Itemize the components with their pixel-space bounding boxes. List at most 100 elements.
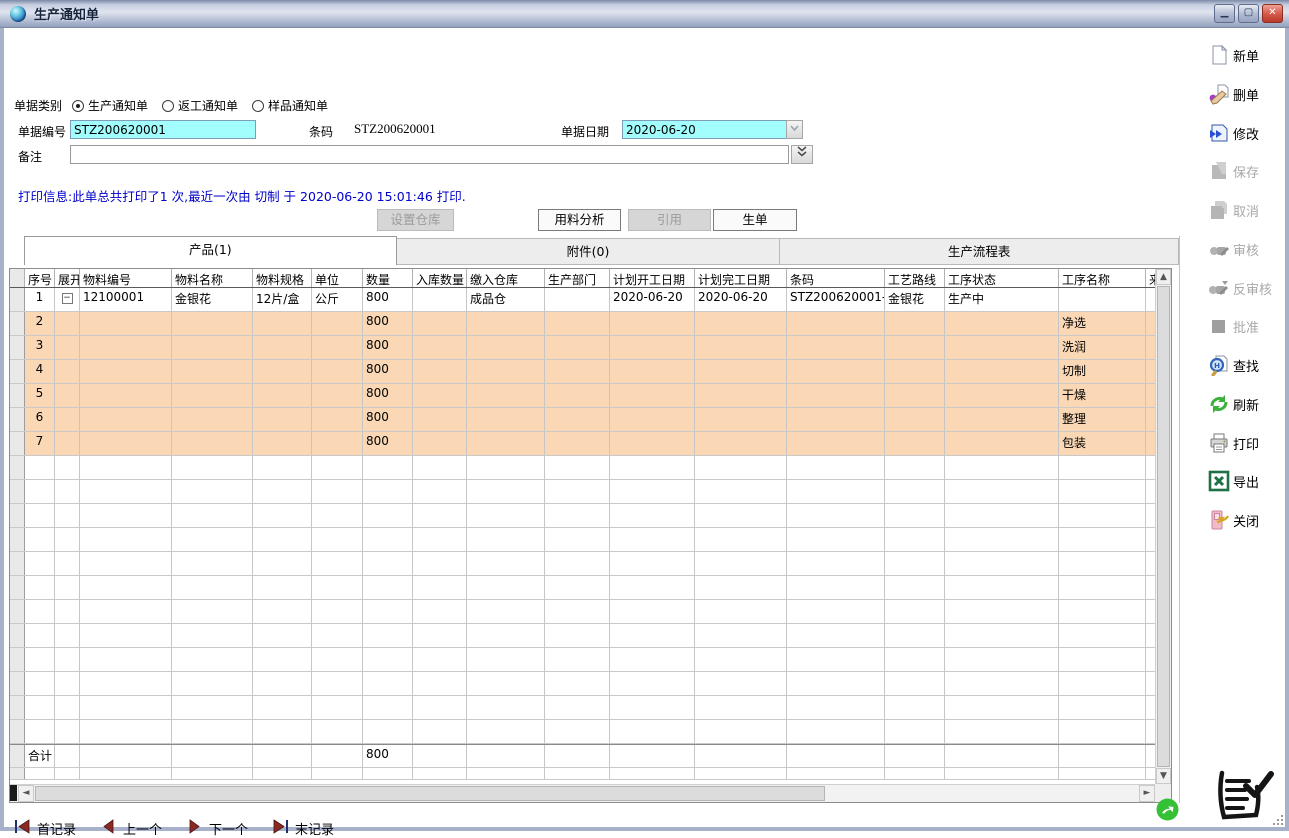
table-cell[interactable] — [945, 336, 1059, 359]
column-header[interactable]: 物料规格 — [253, 269, 312, 287]
table-cell[interactable]: 洗润 — [1059, 336, 1146, 359]
radio-button-icon[interactable] — [72, 100, 84, 112]
sidebar-button-1[interactable]: 新单 — [1208, 43, 1259, 67]
table-cell[interactable] — [80, 432, 172, 455]
table-cell[interactable]: 包装 — [1059, 432, 1146, 455]
table-cell[interactable] — [80, 384, 172, 407]
table-cell[interactable] — [695, 432, 787, 455]
table-cell[interactable] — [413, 312, 467, 335]
table-cell[interactable] — [787, 408, 885, 431]
column-header[interactable]: 来 — [1146, 269, 1155, 287]
table-cell[interactable] — [885, 384, 945, 407]
table-cell[interactable] — [787, 432, 885, 455]
table-cell[interactable]: 800 — [363, 336, 413, 359]
table-cell[interactable] — [172, 408, 253, 431]
sidebar-button-9[interactable]: H查找 — [1208, 353, 1259, 377]
table-cell[interactable] — [172, 360, 253, 383]
tab-2[interactable]: 附件(0) — [397, 238, 781, 265]
column-header[interactable]: 生产部门 — [545, 269, 610, 287]
column-header[interactable]: 计划完工日期 — [695, 269, 787, 287]
table-cell[interactable] — [945, 432, 1059, 455]
horizontal-scrollbar[interactable]: ◄ ► — [10, 784, 1155, 802]
table-cell[interactable]: 2020-06-20 — [695, 288, 787, 311]
column-header[interactable]: 工序名称 — [1059, 269, 1146, 287]
table-cell[interactable] — [610, 336, 695, 359]
table-cell[interactable]: 生产中 — [945, 288, 1059, 311]
table-cell[interactable] — [413, 288, 467, 311]
table-cell[interactable] — [695, 360, 787, 383]
table-cell[interactable] — [885, 312, 945, 335]
table-cell[interactable]: 12片/盒 — [253, 288, 312, 311]
table-cell[interactable] — [610, 312, 695, 335]
table-cell[interactable] — [467, 384, 545, 407]
table-cell[interactable]: 800 — [363, 360, 413, 383]
table-cell[interactable] — [172, 432, 253, 455]
table-cell[interactable]: 公斤 — [312, 288, 363, 311]
vertical-scroll-thumb[interactable] — [1157, 286, 1170, 767]
table-cell[interactable] — [1146, 432, 1155, 455]
table-cell[interactable] — [545, 432, 610, 455]
action-button-4[interactable]: 生单 — [713, 209, 797, 231]
table-cell[interactable]: 干燥 — [1059, 384, 1146, 407]
sidebar-button-3[interactable]: 修改 — [1208, 121, 1259, 145]
table-cell[interactable] — [10, 384, 25, 407]
table-cell[interactable] — [55, 312, 80, 335]
nav-last-record[interactable]: 末记录 — [272, 819, 334, 838]
date-input[interactable] — [622, 120, 787, 139]
table-cell[interactable] — [1146, 336, 1155, 359]
sidebar-button-13[interactable]: 关闭 — [1208, 508, 1259, 532]
table-cell[interactable]: − — [55, 288, 80, 311]
remark-input[interactable] — [70, 145, 789, 164]
table-cell[interactable]: 800 — [363, 408, 413, 431]
table-cell[interactable] — [1146, 384, 1155, 407]
table-cell[interactable] — [695, 408, 787, 431]
radio-button-icon[interactable] — [252, 100, 264, 112]
doc-type-option-2[interactable]: 样品通知单 — [252, 97, 328, 114]
table-cell[interactable] — [610, 360, 695, 383]
nav-next-record[interactable]: 下一个 — [186, 819, 248, 838]
grid-splitter-handle[interactable] — [10, 785, 17, 801]
radio-button-icon[interactable] — [162, 100, 174, 112]
table-cell[interactable] — [945, 408, 1059, 431]
table-cell[interactable] — [172, 384, 253, 407]
table-cell[interactable] — [253, 432, 312, 455]
table-cell[interactable] — [253, 408, 312, 431]
table-cell[interactable] — [55, 336, 80, 359]
table-cell[interactable] — [80, 336, 172, 359]
table-cell[interactable]: 5 — [25, 384, 55, 407]
table-cell[interactable] — [253, 312, 312, 335]
table-cell[interactable]: 800 — [363, 384, 413, 407]
table-cell[interactable]: 4 — [25, 360, 55, 383]
table-cell[interactable] — [413, 336, 467, 359]
column-header[interactable]: 计划开工日期 — [610, 269, 695, 287]
table-cell[interactable] — [10, 288, 25, 311]
table-cell[interactable] — [1059, 288, 1146, 311]
table-cell[interactable] — [10, 312, 25, 335]
table-cell[interactable]: 整理 — [1059, 408, 1146, 431]
table-cell[interactable] — [695, 312, 787, 335]
table-cell[interactable] — [885, 336, 945, 359]
table-cell[interactable] — [312, 336, 363, 359]
tab-3[interactable]: 生产流程表 — [780, 238, 1179, 265]
scroll-down-button[interactable]: ▼ — [1156, 768, 1171, 784]
table-cell[interactable] — [945, 360, 1059, 383]
table-cell[interactable] — [172, 336, 253, 359]
nav-prev-record[interactable]: 上一个 — [100, 819, 162, 838]
table-cell[interactable] — [55, 408, 80, 431]
table-cell[interactable]: 成品仓 — [467, 288, 545, 311]
column-header[interactable]: 缴入仓库 — [467, 269, 545, 287]
table-cell[interactable] — [312, 360, 363, 383]
table-cell[interactable] — [55, 432, 80, 455]
table-cell[interactable] — [945, 312, 1059, 335]
table-cell[interactable]: 金银花 — [172, 288, 253, 311]
table-cell[interactable] — [1146, 288, 1155, 311]
table-cell[interactable]: 12100001 — [80, 288, 172, 311]
table-cell[interactable] — [1146, 408, 1155, 431]
doc-no-input[interactable] — [70, 120, 256, 139]
sidebar-button-12[interactable]: 导出 — [1208, 469, 1259, 493]
table-cell[interactable]: 800 — [363, 288, 413, 311]
table-cell[interactable] — [545, 408, 610, 431]
collapse-row-icon[interactable]: − — [62, 293, 73, 304]
table-cell[interactable] — [413, 432, 467, 455]
table-cell[interactable] — [80, 312, 172, 335]
